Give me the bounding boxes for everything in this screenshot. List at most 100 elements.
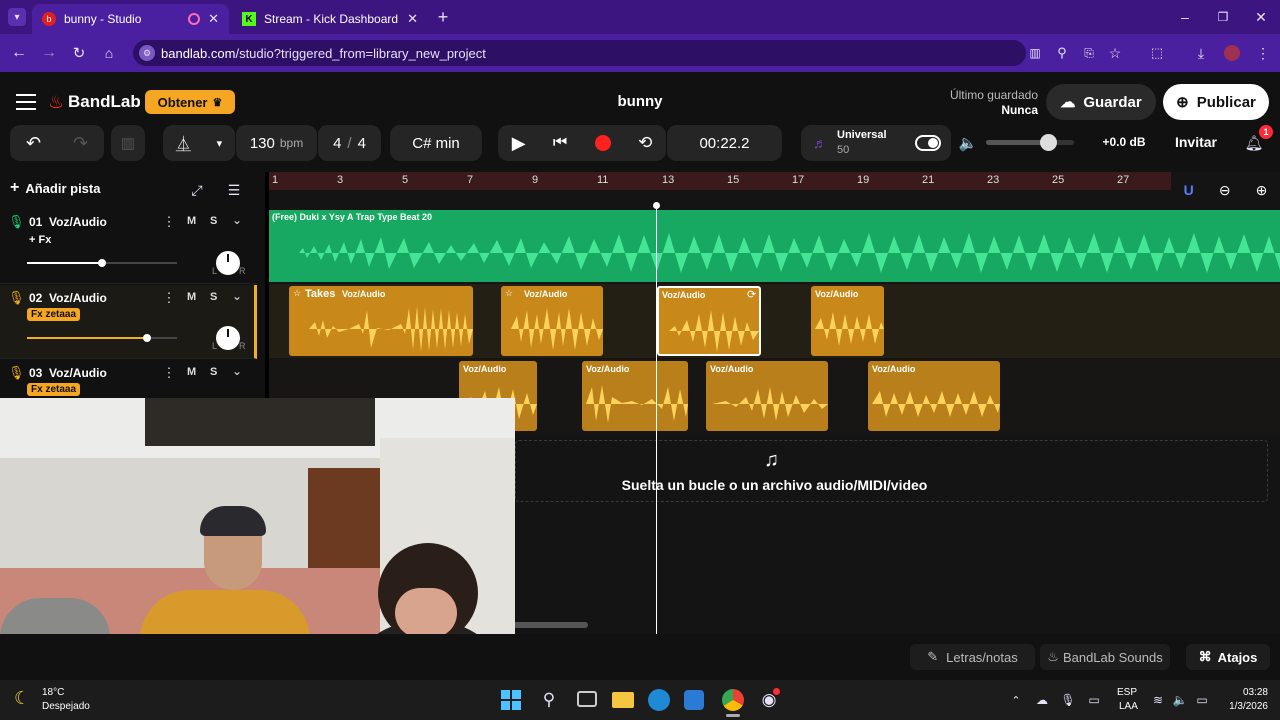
chevron-down-icon[interactable]: ⌄	[232, 213, 242, 227]
solo-button[interactable]: S	[210, 215, 217, 227]
weather-description[interactable]: Despejado	[42, 701, 90, 712]
bandlab-sounds-button[interactable]: ♨ BandLab Sounds	[1040, 644, 1170, 670]
chevron-up-icon[interactable]: ⌃	[1008, 692, 1024, 708]
microsoft-store-icon[interactable]	[684, 690, 704, 710]
new-tab-icon[interactable]: +	[434, 7, 452, 27]
volume-icon[interactable]: 🔈	[1172, 692, 1188, 708]
windows-start-icon[interactable]	[501, 690, 521, 710]
solo-button[interactable]: S	[210, 366, 217, 378]
back-icon[interactable]: ←	[10, 44, 28, 62]
ruler-bar-7[interactable]: 7	[467, 174, 473, 186]
skip-back-icon[interactable]: ⏮	[553, 134, 567, 152]
ruler-bar-19[interactable]: 19	[857, 174, 869, 186]
get-membership-button[interactable]: Obtener ♛	[145, 90, 235, 114]
clip-voz-audio[interactable]: Voz/Audio	[582, 361, 688, 431]
wifi-icon[interactable]: ≋	[1150, 692, 1166, 708]
redo-icon[interactable]: ↷	[73, 133, 88, 154]
close-tab-icon[interactable]: ✕	[208, 11, 219, 27]
clip-voz-audio[interactable]: Voz/Audio	[706, 361, 828, 431]
clip-track-01[interactable]: (Free) Duki x Ysy A Trap Type Beat 20	[269, 210, 1280, 282]
mute-button[interactable]: M	[187, 215, 196, 227]
piano-icon[interactable]: ▥	[111, 125, 145, 161]
mute-button[interactable]: M	[187, 366, 196, 378]
address-bar[interactable]: ⚙ bandlab.com/studio?triggered_from=libr…	[133, 40, 1026, 66]
clock-time[interactable]: 03:28	[1222, 687, 1268, 698]
track-fx-button[interactable]: + Fx	[29, 234, 51, 246]
tab-bunny-studio[interactable]: b bunny - Studio ✕	[32, 4, 229, 34]
browser-menu-icon[interactable]: ⋮	[1254, 44, 1272, 62]
record-icon[interactable]	[594, 135, 611, 151]
mute-button[interactable]: M	[187, 291, 196, 303]
project-title[interactable]: bunny	[590, 93, 690, 110]
playhead-line[interactable]	[656, 205, 657, 634]
ruler-bar-25[interactable]: 25	[1052, 174, 1064, 186]
reload-icon[interactable]: ↻	[70, 44, 88, 62]
language-code[interactable]: ESP	[1117, 687, 1137, 698]
extensions-icon[interactable]: ⬚	[1148, 44, 1166, 62]
close-window-icon[interactable]: ✕	[1252, 8, 1270, 26]
clock-date[interactable]: 1/3/2026	[1214, 701, 1268, 712]
task-view-icon[interactable]	[577, 691, 597, 707]
track-fx-button[interactable]: Fx zetaaa	[27, 383, 81, 396]
zoom-in-icon[interactable]: ⊕	[1256, 182, 1268, 199]
instrument-toggle[interactable]	[915, 135, 941, 151]
language-sub[interactable]: LAA	[1119, 701, 1138, 712]
lyrics-notes-button[interactable]: ✎ Letras/notas	[910, 644, 1035, 670]
edge-browser-icon[interactable]	[648, 689, 670, 711]
maximize-icon[interactable]: ❐	[1214, 8, 1232, 26]
ruler-bar-13[interactable]: 13	[662, 174, 674, 186]
tab-kick-dashboard[interactable]: K Stream - Kick Dashboard ✕	[232, 4, 428, 34]
hamburger-menu-icon[interactable]	[16, 94, 36, 110]
publish-button[interactable]: ⊕ Publicar	[1163, 84, 1269, 120]
close-tab-icon[interactable]: ✕	[407, 11, 418, 27]
invite-button[interactable]: Invitar	[1170, 134, 1222, 150]
track-row-02[interactable]: 🎙︎ 02 Voz/Audio ⋮ M S ⌄ Fx zetaaa L R	[0, 285, 257, 359]
bandlab-logo[interactable]: ♨ BandLab	[48, 92, 141, 112]
install-app-icon[interactable]: ⎘	[1080, 44, 1098, 62]
track-fx-button[interactable]: Fx zetaaa	[27, 308, 81, 321]
forward-icon[interactable]: →	[40, 44, 58, 62]
ruler-bar-1[interactable]: 1	[272, 174, 278, 186]
downloads-icon[interactable]: ⤓	[1192, 44, 1210, 62]
file-explorer-icon[interactable]	[612, 692, 634, 708]
ruler-bar-11[interactable]: 11	[597, 174, 608, 186]
ruler-bar-9[interactable]: 9	[532, 174, 538, 186]
reading-mode-icon[interactable]: ▥	[1026, 44, 1044, 62]
track-volume-slider[interactable]	[27, 334, 177, 342]
snap-magnet-icon[interactable]: U	[1184, 182, 1194, 198]
chevron-down-icon[interactable]: ⌄	[232, 364, 242, 378]
clip-voz-audio[interactable]: ☆ Voz/Audio	[501, 286, 603, 356]
clip-voz-audio[interactable]: Voz/Audio	[811, 286, 884, 356]
key-selector[interactable]: C# min	[390, 125, 482, 161]
ruler-bar-3[interactable]: 3	[337, 174, 343, 186]
profile-avatar[interactable]	[1224, 45, 1240, 61]
chevron-down-icon[interactable]: ⌄	[232, 289, 242, 303]
track-name[interactable]: Voz/Audio	[49, 291, 107, 305]
bpm-field[interactable]: 130 bpm	[235, 125, 317, 161]
site-info-icon[interactable]: ⚙	[139, 45, 155, 61]
home-icon[interactable]: ⌂	[100, 44, 118, 62]
clip-voz-audio-selected[interactable]: Voz/Audio ⟳	[657, 286, 761, 356]
track-row-01[interactable]: 🎙︎ 01 Voz/Audio ⋮ M S ⌄ + Fx L R	[0, 210, 257, 284]
ruler-bar-17[interactable]: 17	[792, 174, 804, 186]
zoom-out-icon[interactable]: ⊖	[1219, 182, 1231, 199]
pan-knob[interactable]	[216, 326, 240, 350]
track-name[interactable]: Voz/Audio	[49, 366, 107, 380]
speaker-icon[interactable]: 🔈	[958, 134, 978, 152]
time-signature-field[interactable]: 4 / 4	[317, 125, 381, 161]
bookmark-star-icon[interactable]: ☆	[1106, 44, 1124, 62]
clip-voz-audio[interactable]: Voz/Audio	[868, 361, 1000, 431]
undo-icon[interactable]: ↶	[26, 133, 41, 154]
pan-knob[interactable]	[216, 251, 240, 275]
ruler-bar-15[interactable]: 15	[727, 174, 739, 186]
drop-zone[interactable]: ♫ Suelta un bucle o un archivo audio/MID…	[515, 440, 1268, 502]
master-volume-slider[interactable]	[986, 134, 1074, 151]
track-options-icon[interactable]: ⋮	[163, 365, 176, 381]
track-volume-slider[interactable]	[27, 259, 177, 267]
clip-takes[interactable]: ☆ Takes Voz/Audio	[289, 286, 473, 356]
solo-button[interactable]: S	[210, 291, 217, 303]
ruler-bar-27[interactable]: 27	[1117, 174, 1129, 186]
mixer-icon[interactable]: ☰	[225, 181, 243, 199]
chrome-browser-icon[interactable]	[722, 689, 744, 711]
save-button[interactable]: ☁ Guardar	[1046, 84, 1156, 120]
